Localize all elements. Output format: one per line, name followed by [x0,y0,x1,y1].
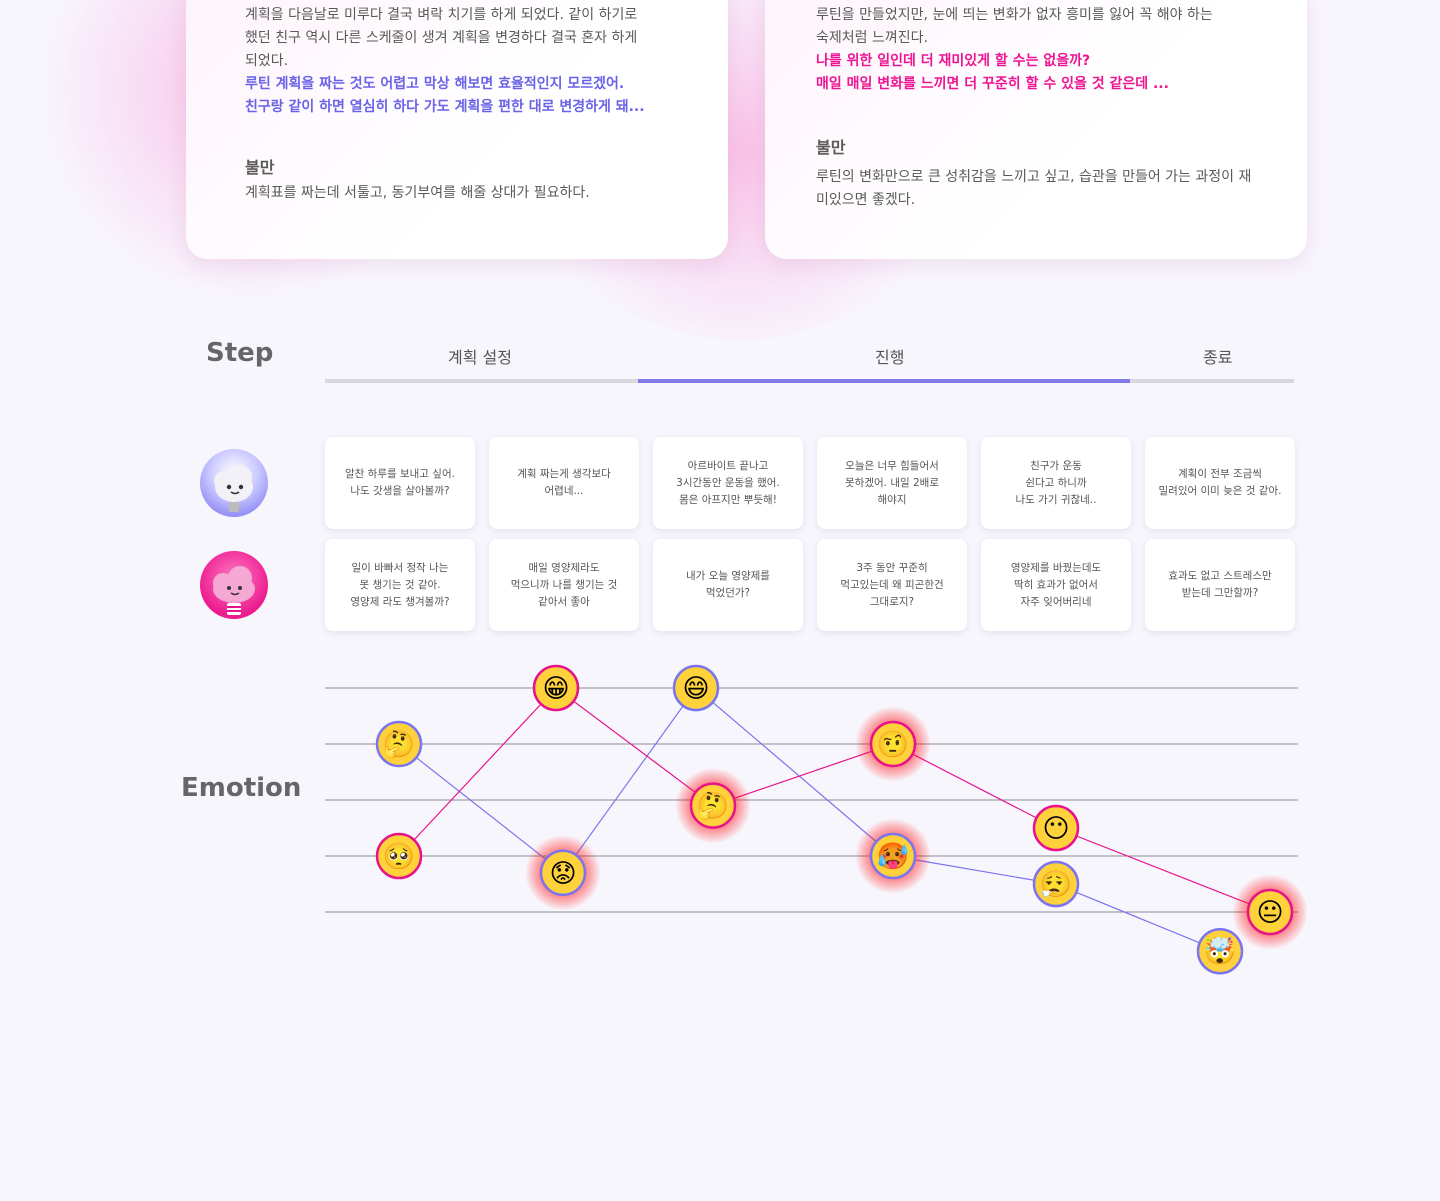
emoji-icon: 🥵 [877,842,909,872]
pink-emoji-point: 🥺 [375,832,423,880]
emoji-icon: 🥺 [383,842,415,872]
emoji-icon: 🤯 [1204,936,1236,967]
emoji-icon: 🤔 [383,730,415,760]
emotion-chart: 🤔 😟 😄 🥵 😮‍💨 🤯 🥺 😁 🤔 🤨 😶 😐 [325,664,1308,975]
emoji-icon: 😮‍💨 [1040,869,1072,900]
emoji-icon: 😁 [542,674,569,704]
blue-emoji-point: 🤯 [1196,927,1244,975]
pink-emoji-point: 🤔 [675,767,751,844]
blue-emoji-point: 😮‍💨 [1032,860,1080,908]
pink-emoji-point: 😐 [1232,874,1308,950]
blue-emoji-point: 😟 [525,834,601,911]
emoji-icon: 😶 [1042,814,1069,844]
pink-emoji-point: 🤨 [855,706,931,782]
pink-emoji-point: 😶 [1032,804,1080,852]
blue-emoji-point: 🥵 [855,818,931,894]
blue-emoji-point: 🤔 [375,720,423,768]
pink-emoji-point: 😁 [532,664,580,712]
emoji-icon: 😐 [1256,898,1283,928]
blue-emoji-point: 😄 [672,664,720,712]
emoji-icon: 🤨 [877,730,909,760]
emoji-icon: 😄 [682,674,709,704]
emoji-icon: 😟 [549,859,576,889]
emoji-icon: 🤔 [697,792,729,822]
